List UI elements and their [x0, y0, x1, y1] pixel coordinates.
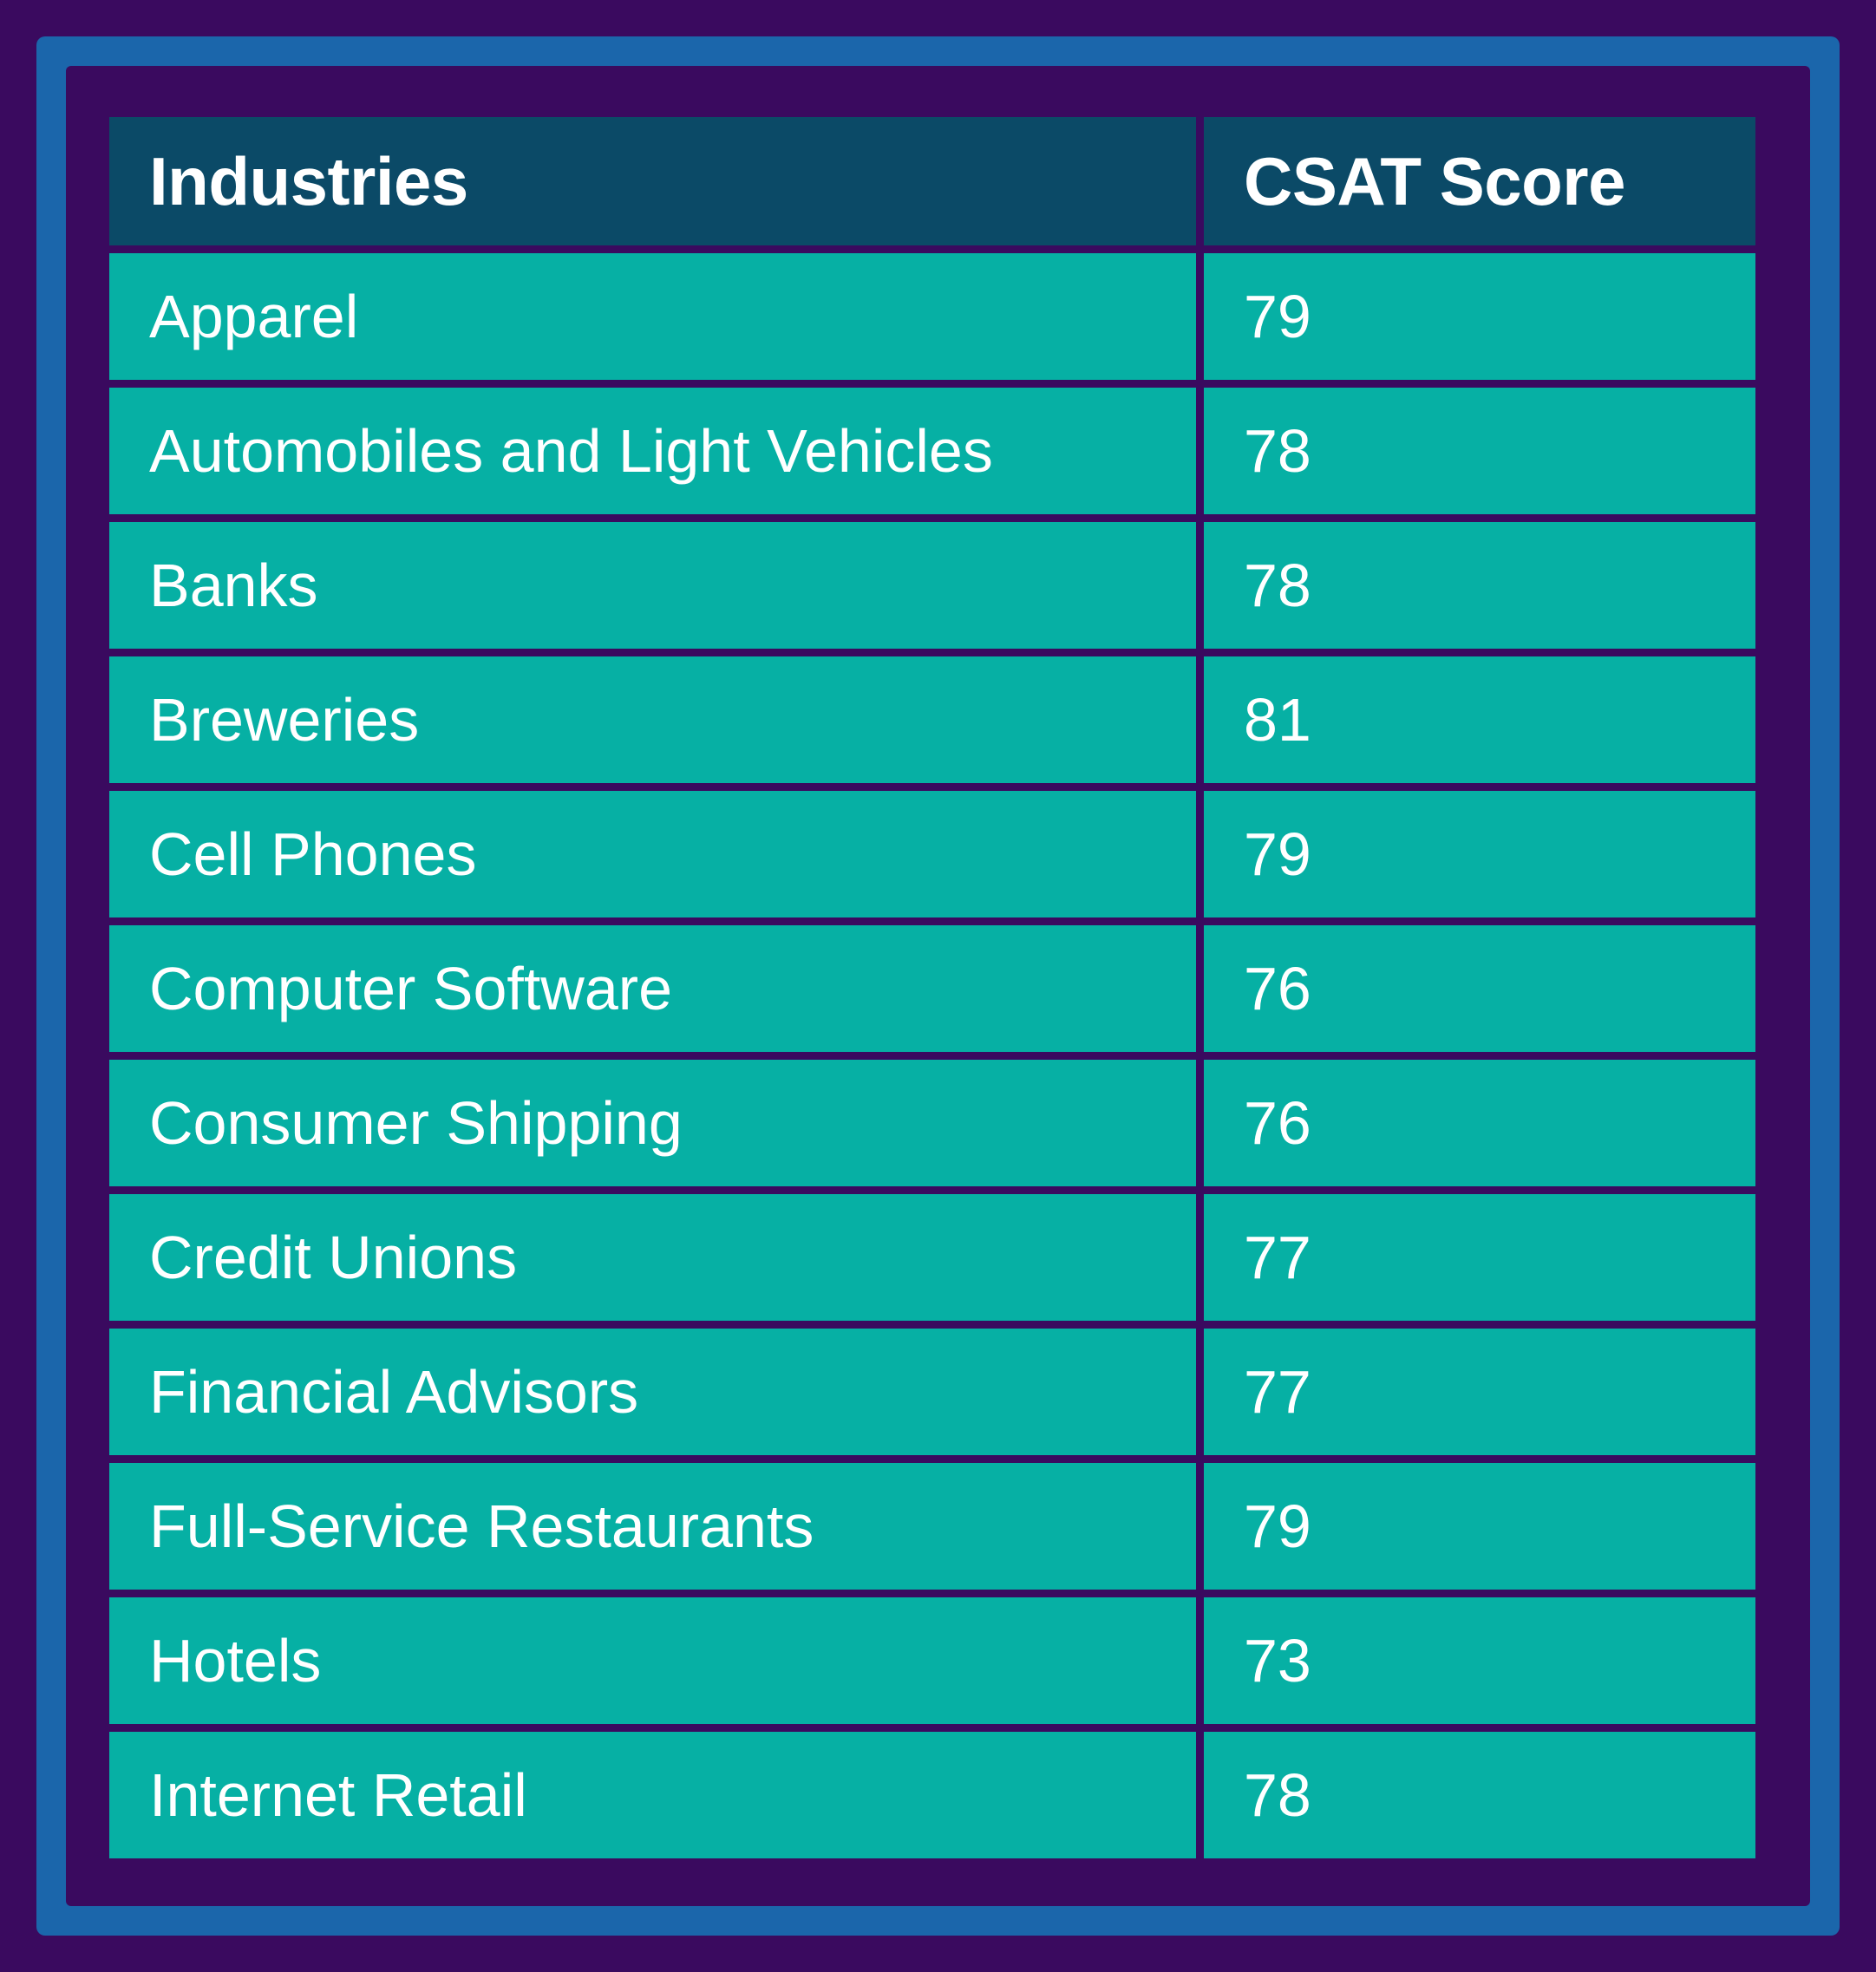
cell-csat-score: 77 — [1204, 1194, 1755, 1321]
csat-table-container: Industries CSAT Score Apparel 79 Automobil… — [101, 109, 1763, 1866]
cell-industry: Apparel — [109, 253, 1196, 380]
table-row: Full-Service Restaurants 79 — [109, 1463, 1755, 1590]
table-row: Consumer Shipping 76 — [109, 1060, 1755, 1186]
column-header-industries: Industries — [109, 117, 1196, 245]
cell-industry: Consumer Shipping — [109, 1060, 1196, 1186]
cell-csat-score: 79 — [1204, 253, 1755, 380]
cell-csat-score: 78 — [1204, 1732, 1755, 1858]
table-row: Automobiles and Light Vehicles 78 — [109, 388, 1755, 514]
column-header-csat-score: CSAT Score — [1204, 117, 1755, 245]
table-row: Banks 78 — [109, 522, 1755, 649]
table-row: Hotels 73 — [109, 1597, 1755, 1724]
cell-csat-score: 76 — [1204, 1060, 1755, 1186]
cell-csat-score: 79 — [1204, 1463, 1755, 1590]
table-row: Internet Retail 78 — [109, 1732, 1755, 1858]
cell-industry: Hotels — [109, 1597, 1196, 1724]
csat-score-table: Industries CSAT Score Apparel 79 Automobil… — [101, 109, 1763, 1866]
table-header-row: Industries CSAT Score — [109, 117, 1755, 245]
cell-csat-score: 79 — [1204, 791, 1755, 917]
cell-csat-score: 78 — [1204, 522, 1755, 649]
table-row: Apparel 79 — [109, 253, 1755, 380]
table-row: Financial Advisors 77 — [109, 1329, 1755, 1455]
table-row: Computer Software 76 — [109, 925, 1755, 1052]
cell-csat-score: 76 — [1204, 925, 1755, 1052]
table-body: Apparel 79 Automobiles and Light Vehicles 7… — [109, 253, 1755, 1858]
table-row: Breweries 81 — [109, 656, 1755, 783]
cell-industry: Banks — [109, 522, 1196, 649]
cell-csat-score: 78 — [1204, 388, 1755, 514]
cell-csat-score: 77 — [1204, 1329, 1755, 1455]
table-row: Cell Phones 79 — [109, 791, 1755, 917]
cell-csat-score: 73 — [1204, 1597, 1755, 1724]
cell-csat-score: 81 — [1204, 656, 1755, 783]
cell-industry: Internet Retail — [109, 1732, 1196, 1858]
table-row: Credit Unions 77 — [109, 1194, 1755, 1321]
table-header: Industries CSAT Score — [109, 117, 1755, 245]
cell-industry: Breweries — [109, 656, 1196, 783]
page-root: Industries CSAT Score Apparel 79 Automobil… — [0, 0, 1876, 1972]
cell-industry: Cell Phones — [109, 791, 1196, 917]
cell-industry: Full-Service Restaurants — [109, 1463, 1196, 1590]
cell-industry: Automobiles and Light Vehicles — [109, 388, 1196, 514]
cell-industry: Financial Advisors — [109, 1329, 1196, 1455]
cell-industry: Credit Unions — [109, 1194, 1196, 1321]
cell-industry: Computer Software — [109, 925, 1196, 1052]
